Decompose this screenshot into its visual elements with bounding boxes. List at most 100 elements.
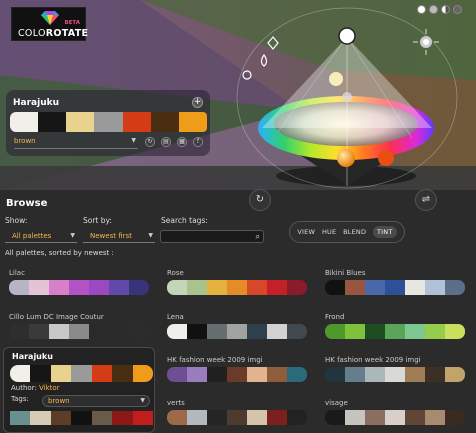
palette-swatch[interactable] — [69, 280, 89, 295]
palette-swatch[interactable] — [89, 280, 109, 295]
palette-swatches[interactable] — [167, 410, 307, 425]
palette-swatches[interactable] — [325, 367, 465, 382]
palette-list-item[interactable]: Cillo Lum DC Image Coutur — [9, 313, 149, 339]
palette-swatch[interactable] — [247, 410, 267, 425]
palette-detail-card[interactable]: Harajuku Author: Viktor Tags: brown ▼ — [3, 347, 155, 433]
palette-detail-secondary-swatch[interactable] — [50, 411, 72, 425]
palette-swatch[interactable] — [267, 410, 287, 425]
palette-swatch[interactable] — [247, 324, 267, 339]
palette-name[interactable]: visage — [325, 399, 465, 410]
palette-swatch[interactable] — [425, 367, 445, 382]
search-icon[interactable]: ⌕ — [256, 232, 260, 242]
palette-swatch[interactable] — [247, 367, 267, 382]
mode-tint[interactable]: TINT — [373, 226, 397, 238]
palette-detail-swatch[interactable] — [30, 365, 51, 382]
palette-list-item[interactable]: HK fashion week 2009 imgi — [325, 356, 465, 382]
palette-swatch[interactable] — [227, 324, 247, 339]
rotate-button[interactable]: ↻ — [249, 189, 271, 211]
palette-swatch[interactable] — [405, 367, 425, 382]
palette-list-item[interactable]: Lilac — [9, 269, 149, 295]
palette-swatch[interactable] — [365, 324, 385, 339]
save-icon[interactable]: ▤ — [161, 137, 171, 147]
palette-swatch[interactable] — [207, 367, 227, 382]
palette-swatch[interactable] — [425, 410, 445, 425]
grid-icon[interactable]: ▦ — [177, 137, 187, 147]
palette-detail-swatch[interactable] — [91, 365, 113, 382]
palette-swatches[interactable] — [325, 410, 465, 425]
palette-swatch[interactable] — [445, 280, 465, 295]
palette-swatch[interactable] — [9, 280, 29, 295]
palette-name[interactable]: Cillo Lum DC Image Coutur — [9, 313, 149, 324]
palette-swatch[interactable] — [207, 410, 227, 425]
color-wheel-stage[interactable]: BETA COLOROTATE Harajuku + brown ▼ ↻ ▤ ▦… — [0, 0, 476, 190]
palette-detail-swatch[interactable] — [112, 365, 133, 382]
palette-swatch[interactable] — [167, 280, 187, 295]
palette-list-item[interactable]: Bikini Blues — [325, 269, 465, 295]
palette-swatches[interactable] — [325, 324, 465, 339]
palette-swatch[interactable] — [207, 280, 227, 295]
facebook-icon[interactable]: f — [193, 137, 203, 147]
palette-swatch[interactable] — [247, 280, 267, 295]
search-tags-input[interactable]: ⌕ — [160, 230, 264, 243]
palette-swatch[interactable] — [49, 324, 69, 339]
current-palette-swatch[interactable] — [150, 112, 179, 132]
palette-detail-name[interactable]: Harajuku — [12, 352, 53, 361]
current-palette-swatch[interactable] — [38, 112, 67, 132]
palette-detail-secondary-swatch[interactable] — [71, 411, 92, 425]
palette-swatch[interactable] — [207, 324, 227, 339]
adjust-button[interactable]: ⇌ — [415, 189, 437, 211]
palette-list-item[interactable]: HK fashion week 2009 imgi — [167, 356, 307, 382]
palette-list-item[interactable]: Frond — [325, 313, 465, 339]
palette-swatch[interactable] — [287, 280, 307, 295]
palette-swatch[interactable] — [445, 367, 465, 382]
circle-handle-icon[interactable] — [240, 68, 254, 82]
palette-name[interactable]: Lena — [167, 313, 307, 324]
palette-swatch[interactable] — [345, 280, 365, 295]
palette-swatch[interactable] — [345, 367, 365, 382]
palette-swatch[interactable] — [405, 410, 425, 425]
palette-detail-swatch[interactable] — [71, 365, 92, 382]
palette-detail-secondary-swatch[interactable] — [10, 411, 31, 425]
palette-swatch[interactable] — [287, 324, 307, 339]
palette-list-item[interactable]: Lena — [167, 313, 307, 339]
diamond-handle-icon[interactable] — [266, 36, 280, 50]
palette-swatch[interactable] — [187, 367, 207, 382]
palette-detail-swatch[interactable] — [132, 365, 153, 382]
palette-detail-swatch[interactable] — [10, 365, 31, 382]
palette-detail-swatches[interactable] — [10, 365, 153, 382]
palette-swatch[interactable] — [267, 280, 287, 295]
palette-swatch[interactable] — [345, 410, 365, 425]
palette-swatch[interactable] — [129, 324, 149, 339]
current-palette-swatch[interactable] — [66, 112, 95, 132]
full-circle-icon[interactable] — [453, 5, 462, 14]
palette-swatches[interactable] — [325, 280, 465, 295]
palette-swatch[interactable] — [9, 324, 29, 339]
palette-detail-secondary-swatch[interactable] — [30, 411, 51, 425]
show-select[interactable]: All palettes ▼ — [5, 230, 77, 243]
palette-swatches[interactable] — [9, 324, 149, 339]
palette-swatch[interactable] — [109, 280, 129, 295]
palette-name[interactable]: Rose — [167, 269, 307, 280]
current-palette-swatch[interactable] — [94, 112, 123, 132]
palette-name[interactable]: HK fashion week 2009 imgi — [167, 356, 307, 367]
palette-swatch[interactable] — [227, 410, 247, 425]
palette-swatch[interactable] — [345, 324, 365, 339]
palette-swatch[interactable] — [385, 280, 405, 295]
palette-list-item[interactable]: verts — [167, 399, 307, 425]
palette-swatch[interactable] — [227, 367, 247, 382]
drop-handle-icon[interactable] — [257, 54, 271, 68]
palette-swatch[interactable] — [385, 324, 405, 339]
palette-swatch[interactable] — [109, 324, 129, 339]
palette-swatch[interactable] — [325, 324, 345, 339]
current-palette-swatch[interactable] — [10, 112, 39, 132]
palette-swatch[interactable] — [385, 367, 405, 382]
palette-swatch[interactable] — [287, 410, 307, 425]
palette-swatch[interactable] — [425, 324, 445, 339]
palette-swatch[interactable] — [365, 410, 385, 425]
palette-swatch[interactable] — [365, 280, 385, 295]
author-link[interactable]: Viktor — [39, 384, 60, 392]
palette-swatch[interactable] — [187, 410, 207, 425]
palette-swatch[interactable] — [167, 324, 187, 339]
palette-swatch[interactable] — [405, 324, 425, 339]
current-palette-swatches[interactable] — [10, 112, 207, 132]
